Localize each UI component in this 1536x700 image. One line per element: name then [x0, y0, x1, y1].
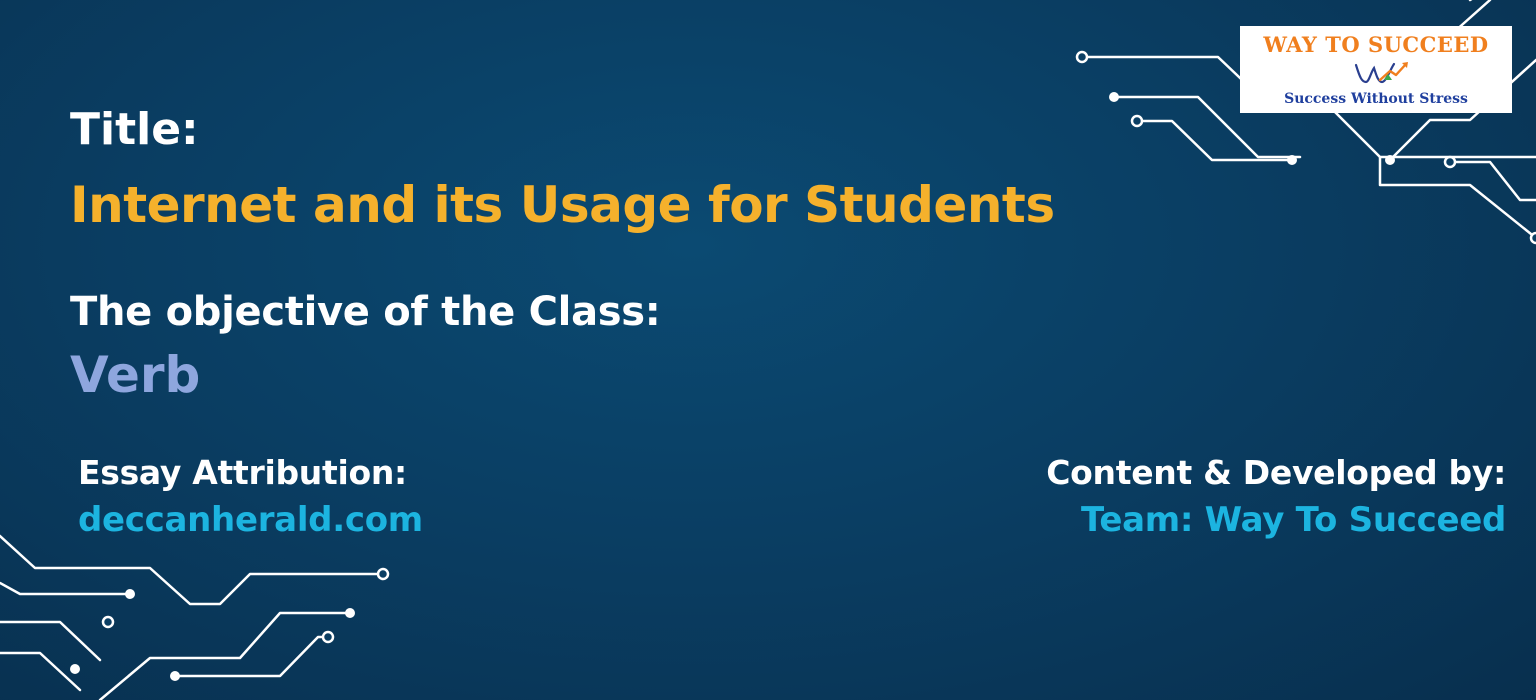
developer-label: Content & Developed by: [1046, 453, 1506, 492]
essay-title: Internet and its Usage for Students [70, 176, 1055, 234]
brand-logo: WAY TO SUCCEED Success Without Stress [1240, 26, 1512, 113]
developer-value: Team: Way To Succeed [1080, 500, 1506, 540]
wts-monogram-icon [1354, 62, 1408, 84]
attribution-link[interactable]: deccanherald.com [78, 503, 423, 537]
logo-tagline: Success Without Stress [1284, 91, 1468, 107]
objective-value: Verb [70, 346, 201, 404]
slide: Title: Internet and its Usage for Studen… [0, 0, 1536, 700]
objective-label: The objective of the Class: [70, 289, 661, 335]
logo-brand-text: WAY TO SUCCEED [1263, 32, 1489, 57]
attribution-label: Essay Attribution: [78, 453, 407, 492]
title-label: Title: [70, 104, 199, 155]
